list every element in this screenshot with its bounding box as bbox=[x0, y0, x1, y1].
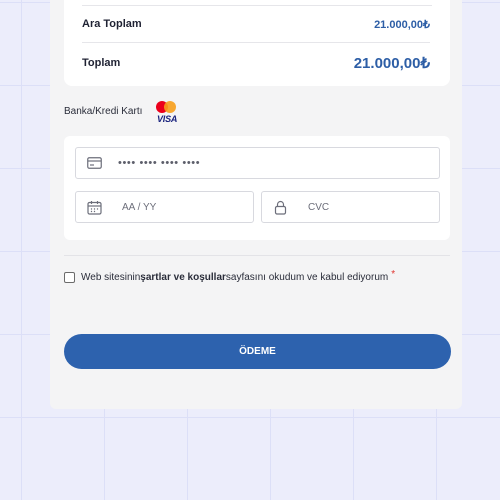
card-form: •••• •••• •••• •••• AA / YY CVC bbox=[64, 136, 450, 240]
expiry-field[interactable]: AA / YY bbox=[75, 191, 254, 223]
subtotal-label: Ara Toplam bbox=[82, 18, 142, 30]
terms-link[interactable]: şartlar ve koşullar bbox=[140, 272, 226, 283]
total-value: 21.000,00₺ bbox=[353, 55, 430, 72]
credit-card-icon bbox=[86, 155, 102, 171]
calendar-icon bbox=[86, 199, 102, 215]
expiry-placeholder: AA / YY bbox=[122, 201, 157, 213]
total-label: Toplam bbox=[82, 57, 121, 69]
total-row: Toplam 21.000,00₺ bbox=[82, 53, 430, 73]
subtotal-value: 21.000,00₺ bbox=[374, 18, 430, 31]
terms-prefix: Web sitesinin bbox=[81, 272, 141, 283]
section-divider bbox=[64, 255, 450, 256]
card-brand-logos: VISA bbox=[153, 100, 183, 126]
card-number-field[interactable]: •••• •••• •••• •••• bbox=[75, 147, 440, 179]
terms-row: Web sitesinin şartlar ve koşullar sayfas… bbox=[64, 269, 396, 283]
visa-logo: VISA bbox=[157, 114, 178, 124]
subtotal-row: Ara Toplam 21.000,00₺ bbox=[82, 14, 430, 43]
card-number-placeholder: •••• •••• •••• •••• bbox=[118, 157, 201, 169]
terms-checkbox[interactable] bbox=[64, 272, 75, 283]
pay-button[interactable]: ÖDEME bbox=[64, 334, 451, 369]
cvc-placeholder: CVC bbox=[308, 201, 330, 213]
terms-suffix: sayfasını okudum ve kabul ediyorum bbox=[225, 272, 389, 283]
required-mark: * bbox=[391, 269, 396, 280]
lock-icon bbox=[272, 199, 288, 215]
payment-method-title: Banka/Kredi Kartı bbox=[64, 106, 143, 117]
divider bbox=[82, 5, 432, 6]
cvc-field[interactable]: CVC bbox=[261, 191, 440, 223]
mastercard-logo bbox=[156, 101, 176, 113]
order-summary: Ara Toplam 21.000,00₺ Toplam 21.000,00₺ bbox=[64, 0, 450, 86]
checkout-panel: Ara Toplam 21.000,00₺ Toplam 21.000,00₺ … bbox=[50, 0, 462, 409]
